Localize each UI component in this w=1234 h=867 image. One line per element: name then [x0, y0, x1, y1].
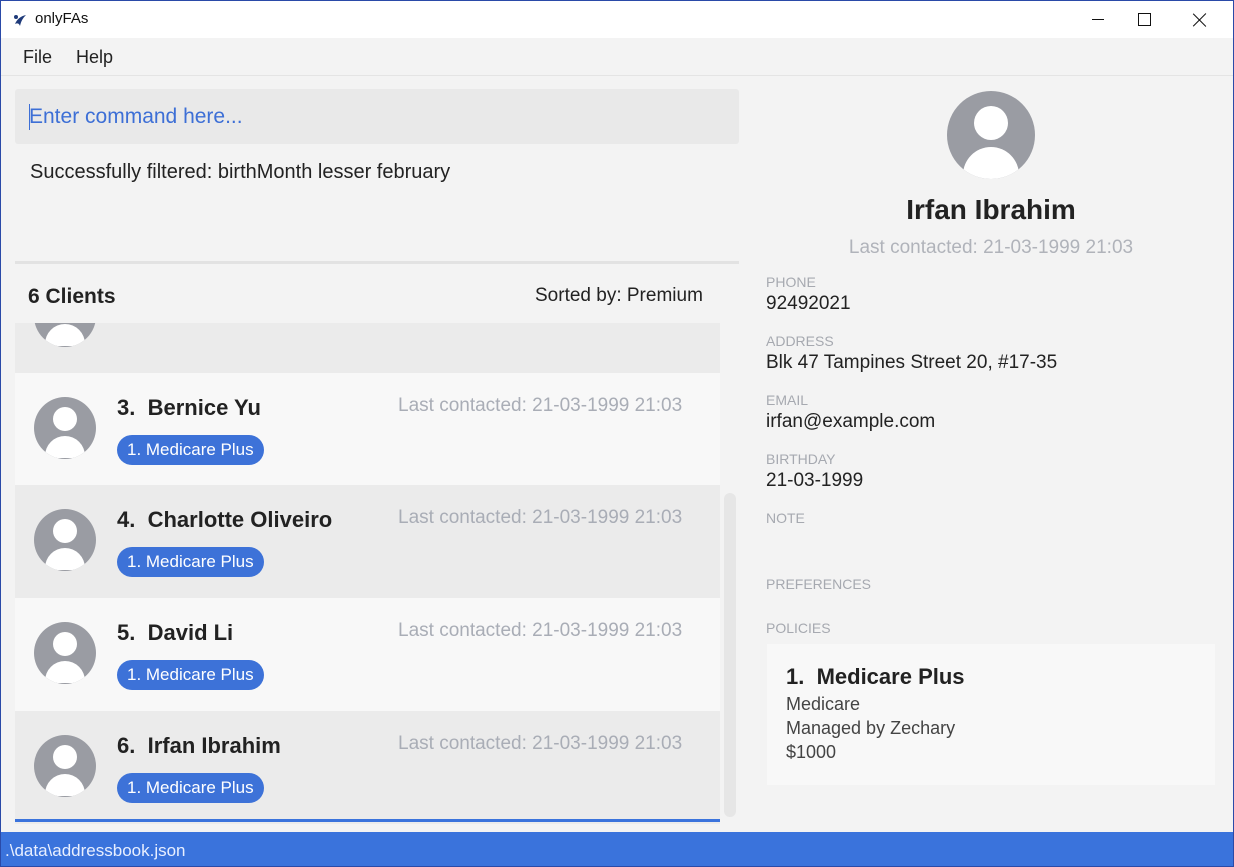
- list-item[interactable]: [15, 323, 720, 373]
- policy-premium: $1000: [786, 742, 837, 762]
- result-message: Successfully filtered: birthMonth lesser…: [30, 161, 451, 183]
- last-contacted: Last contacted: 21-03-1999 21:03: [398, 733, 683, 754]
- window-title: onlyFAs: [35, 10, 89, 27]
- detail-last-contacted: Last contacted: 21-03-1999 21:03: [848, 237, 1134, 258]
- list-item[interactable]: 4. Charlotte Oliveiro Last contacted: 21…: [15, 485, 720, 598]
- app-logo-icon: [14, 15, 26, 26]
- policy-tag: 1. Medicare Plus: [117, 660, 264, 690]
- phone-label: PHONE: [766, 274, 816, 290]
- note-label: NOTE: [766, 510, 805, 526]
- client-list[interactable]: 3. Bernice Yu Last contacted: 21-03-1999…: [15, 323, 720, 824]
- policy-title: 1. Medicare Plus: [786, 664, 965, 689]
- detail-avatar-icon: [947, 91, 1035, 179]
- preferences-label: PREFERENCES: [766, 576, 872, 592]
- command-input[interactable]: [15, 89, 739, 144]
- client-name: 6. Irfan Ibrahim: [117, 733, 281, 758]
- last-contacted: Last contacted: 21-03-1999 21:03: [398, 395, 683, 416]
- title-bar: onlyFAs: [1, 1, 1233, 38]
- client-name: 5. David Li: [117, 620, 234, 645]
- birthday-label: BIRTHDAY: [766, 451, 836, 467]
- address-value: Blk 47 Tampines Street 20, #17-35: [766, 352, 1058, 373]
- address-label: ADDRESS: [766, 333, 834, 349]
- avatar-icon: [34, 397, 96, 459]
- client-name: 3. Bernice Yu: [117, 395, 261, 420]
- detail-name: Irfan Ibrahim: [906, 194, 1076, 225]
- status-bar: .\data\addressbook.json: [1, 832, 1233, 866]
- clients-count: 6 Clients: [28, 285, 116, 308]
- list-item[interactable]: 3. Bernice Yu Last contacted: 21-03-1999…: [15, 373, 720, 485]
- data-file-path: .\data\addressbook.json: [5, 841, 186, 860]
- policy-company: Medicare: [786, 694, 861, 714]
- selected-indicator: [15, 819, 720, 822]
- last-contacted: Last contacted: 21-03-1999 21:03: [398, 507, 683, 528]
- command-box: [15, 89, 739, 144]
- sorted-by-label: Sorted by: Premium: [535, 285, 703, 306]
- menu-file[interactable]: File: [23, 47, 52, 68]
- policy-manager: Managed by Zechary: [786, 718, 956, 738]
- text-caret: [29, 104, 30, 130]
- policies-label: POLICIES: [766, 620, 831, 636]
- avatar-icon: [34, 735, 96, 797]
- maximize-icon: [1137, 13, 1151, 26]
- email-label: EMAIL: [766, 392, 809, 408]
- policy-tag: 1. Medicare Plus: [117, 547, 264, 577]
- close-button[interactable]: [1177, 1, 1223, 38]
- birthday-value: 21-03-1999: [766, 470, 864, 491]
- avatar-icon: [34, 622, 96, 684]
- minimize-icon: [1092, 19, 1104, 20]
- avatar-icon: [34, 323, 96, 347]
- list-scrollbar[interactable]: [724, 493, 736, 817]
- avatar-icon: [34, 509, 96, 571]
- close-icon: [1193, 13, 1207, 27]
- policy-tag: 1. Medicare Plus: [117, 773, 264, 803]
- maximize-button[interactable]: [1121, 1, 1167, 38]
- list-item[interactable]: 5. David Li Last contacted: 21-03-1999 2…: [15, 598, 720, 711]
- last-contacted: Last contacted: 21-03-1999 21:03: [398, 620, 683, 641]
- menu-help[interactable]: Help: [76, 47, 113, 68]
- result-divider: [15, 261, 739, 264]
- menu-bar: File Help: [1, 38, 1233, 76]
- policy-tag: 1. Medicare Plus: [117, 435, 264, 465]
- email-value: irfan@example.com: [766, 411, 936, 432]
- phone-value: 92492021: [766, 293, 851, 314]
- policy-card: 1. Medicare Plus Medicare Managed by Zec…: [767, 644, 1215, 785]
- minimize-button[interactable]: [1075, 1, 1121, 38]
- client-name: 4. Charlotte Oliveiro: [117, 507, 333, 532]
- list-item[interactable]: 6. Irfan Ibrahim Last contacted: 21-03-1…: [15, 711, 720, 824]
- app-window: onlyFAs File Help Successfully filtered:…: [0, 0, 1234, 867]
